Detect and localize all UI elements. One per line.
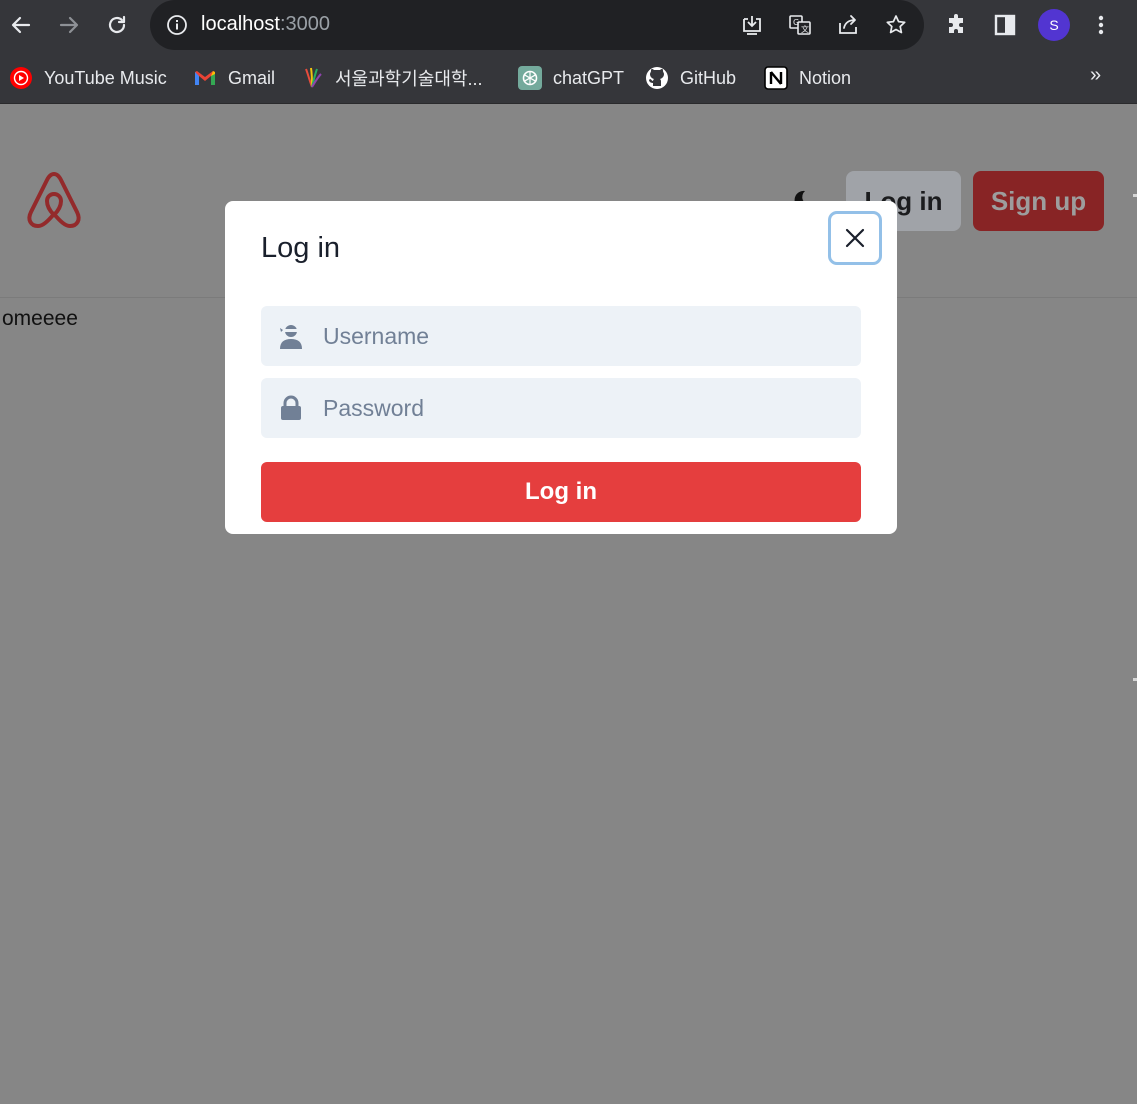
bookmark-youtube-music[interactable]: YouTube Music bbox=[9, 64, 167, 92]
bookmark-label: Gmail bbox=[228, 67, 276, 88]
gmail-icon bbox=[193, 66, 217, 90]
modal-title: Log in bbox=[261, 232, 341, 264]
bookmark-gmail[interactable]: Gmail bbox=[193, 64, 275, 92]
extensions-icon[interactable] bbox=[942, 10, 972, 40]
bookmark-label: Notion bbox=[799, 67, 852, 88]
bookmark-github[interactable]: GitHub bbox=[645, 64, 736, 92]
bookmark-notion[interactable]: Notion bbox=[764, 64, 851, 92]
address-bar[interactable]: localhost:3000 G文 bbox=[150, 0, 924, 50]
bookmark-label: YouTube Music bbox=[44, 67, 167, 88]
profile-avatar[interactable]: S bbox=[1038, 9, 1070, 41]
bookmarks-overflow-button[interactable]: » bbox=[1090, 64, 1101, 87]
youtube-music-icon bbox=[9, 66, 33, 90]
browser-toolbar: localhost:3000 G文 S bbox=[0, 0, 1137, 52]
url-port: :3000 bbox=[279, 13, 330, 35]
bookmark-chatgpt[interactable]: chatGPT bbox=[518, 64, 624, 92]
password-field[interactable] bbox=[261, 378, 861, 438]
profile-initial: S bbox=[1049, 17, 1059, 33]
svg-text:文: 文 bbox=[801, 24, 809, 34]
chatgpt-icon bbox=[518, 66, 542, 90]
username-input[interactable] bbox=[323, 306, 853, 366]
scrollbar-tick bbox=[1133, 678, 1137, 681]
url-text[interactable]: localhost:3000 bbox=[201, 13, 330, 36]
bookmarks-bar: YouTube Music Gmail 서울과학기술대학... chatGPT … bbox=[0, 52, 1137, 104]
bookmark-label: GitHub bbox=[680, 67, 737, 88]
seoultech-icon bbox=[300, 66, 324, 90]
user-ninja-icon bbox=[278, 322, 304, 350]
back-arrow-icon[interactable] bbox=[4, 8, 38, 42]
reload-icon[interactable] bbox=[100, 8, 134, 42]
notion-icon bbox=[764, 66, 788, 90]
forward-arrow-icon[interactable] bbox=[52, 8, 86, 42]
close-icon bbox=[845, 228, 865, 248]
svg-text:G: G bbox=[793, 18, 799, 27]
bookmark-label: chatGPT bbox=[553, 67, 625, 88]
password-input[interactable] bbox=[323, 378, 853, 438]
scrollbar-tick bbox=[1133, 194, 1137, 197]
url-host: localhost bbox=[201, 13, 280, 35]
lock-icon bbox=[278, 394, 304, 422]
login-modal: Log in Log in bbox=[225, 201, 897, 534]
side-panel-icon[interactable] bbox=[990, 10, 1020, 40]
bookmark-seoultech[interactable]: 서울과학기술대학... bbox=[300, 64, 482, 92]
page-body-text: omeeee bbox=[2, 307, 78, 330]
more-menu-icon[interactable] bbox=[1086, 10, 1116, 40]
translate-icon[interactable]: G文 bbox=[786, 11, 814, 39]
header-signup-button[interactable]: Sign up bbox=[973, 171, 1104, 231]
install-app-icon[interactable] bbox=[738, 11, 766, 39]
login-submit-button[interactable]: Log in bbox=[261, 462, 861, 522]
site-info-icon[interactable] bbox=[163, 11, 191, 39]
bookmark-star-icon[interactable] bbox=[882, 11, 910, 39]
github-icon bbox=[645, 66, 669, 90]
close-button[interactable] bbox=[828, 211, 882, 265]
bookmark-label: 서울과학기술대학... bbox=[335, 69, 483, 89]
airbnb-logo-icon[interactable] bbox=[22, 168, 86, 232]
share-icon[interactable] bbox=[834, 11, 862, 39]
username-field[interactable] bbox=[261, 306, 861, 366]
